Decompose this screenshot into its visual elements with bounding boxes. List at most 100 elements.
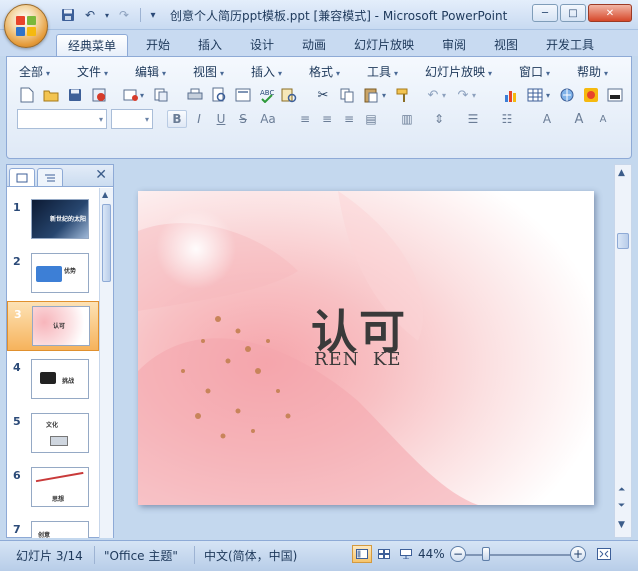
change-case-button[interactable]: Aa (255, 110, 281, 128)
format-painter-icon[interactable] (393, 85, 413, 105)
print-preview-icon[interactable] (209, 85, 229, 105)
tab-insert[interactable]: 插入 (190, 34, 230, 56)
zoom-in-button[interactable]: + (570, 546, 586, 562)
slide-sorter-view-button[interactable] (374, 545, 394, 563)
menu-help[interactable]: 帮助 ▾ (577, 62, 608, 82)
paste-icon[interactable] (361, 85, 381, 105)
tab-design[interactable]: 设计 (242, 34, 282, 56)
align-center-icon[interactable]: ≡ (317, 110, 337, 128)
scroll-down-icon[interactable]: ▼ (618, 520, 625, 530)
menu-format[interactable]: 格式 ▾ (309, 62, 340, 82)
font-size-combo[interactable]: ▾ (111, 109, 153, 129)
menu-tools[interactable]: 工具 ▾ (367, 62, 398, 82)
menu-slideshow[interactable]: 幻灯片放映 ▾ (425, 62, 492, 82)
tab-home[interactable]: 开始 (138, 34, 178, 56)
dropdown-arrow-icon[interactable]: ▾ (439, 85, 449, 105)
slide-thumbnail-7[interactable]: 7 创意 (7, 517, 99, 538)
table-icon[interactable] (525, 85, 545, 105)
slide-subtitle[interactable]: REN KE (314, 349, 401, 370)
cut-icon[interactable]: ✂ (313, 85, 333, 105)
underline-button[interactable]: U (211, 110, 231, 128)
close-button[interactable]: ✕ (588, 4, 632, 22)
menu-all[interactable]: 全部 ▾ (19, 62, 50, 82)
new-document-icon[interactable] (17, 85, 37, 105)
tab-slideshow[interactable]: 幻灯片放映 (346, 34, 422, 56)
scrollbar-thumb[interactable] (617, 233, 629, 249)
text-direction-icon[interactable]: ⇕ (429, 110, 449, 128)
thumbnail-scrollbar[interactable]: ▲ (99, 188, 113, 538)
language-indicator[interactable]: 中文(简体，中国) (204, 547, 297, 564)
slide-layout-icon[interactable] (233, 85, 253, 105)
scroll-up-icon[interactable]: ▲ (618, 168, 625, 178)
tab-classic-menu[interactable]: 经典菜单 (56, 34, 128, 56)
customize-qat-icon[interactable]: ▾ (147, 6, 159, 24)
dropdown-arrow-icon[interactable]: ▾ (137, 85, 147, 105)
shrink-font-button[interactable]: A (593, 110, 613, 128)
chart-icon[interactable] (501, 85, 521, 105)
color-grayscale-icon[interactable] (605, 85, 625, 105)
undo-icon[interactable]: ↶ (80, 6, 100, 24)
slide-scrollbar[interactable]: ▲ ⏶ ⏷ ▼ (614, 164, 632, 538)
hyperlink-icon[interactable] (557, 85, 577, 105)
panel-close-icon[interactable]: ✕ (95, 167, 107, 183)
slide-thumbnail-5[interactable]: 5 文化 (7, 409, 99, 459)
dropdown-arrow-icon[interactable]: ▾ (469, 85, 479, 105)
justify-icon[interactable]: ▤ (361, 110, 381, 128)
outline-tab[interactable] (37, 168, 63, 186)
tab-view[interactable]: 视图 (486, 34, 526, 56)
open-folder-icon[interactable] (41, 85, 61, 105)
previous-slide-icon[interactable]: ⏶ (618, 485, 625, 495)
attach-icon[interactable] (151, 85, 171, 105)
permission-icon[interactable] (89, 85, 109, 105)
slide-thumbnail-6[interactable]: 6 思想 (7, 463, 99, 513)
shadow-button[interactable]: S (233, 110, 253, 128)
tab-animation[interactable]: 动画 (294, 34, 334, 56)
office-button[interactable] (4, 4, 48, 48)
spelling-icon[interactable]: ABC (257, 85, 277, 105)
zoom-level[interactable]: 44% (418, 547, 445, 561)
align-left-icon[interactable]: ≡ (295, 110, 315, 128)
save-icon[interactable] (58, 6, 78, 24)
numbering-icon[interactable]: ☷ (497, 110, 517, 128)
slide-thumbnail-2[interactable]: 2 优势 (7, 249, 99, 299)
copy-icon[interactable] (337, 85, 357, 105)
normal-view-button[interactable] (352, 545, 372, 563)
bold-button[interactable]: B (167, 110, 187, 128)
slide-thumbnail-1[interactable]: 1 新世纪的太阳 (7, 195, 99, 245)
redo-icon[interactable]: ↷ (114, 6, 134, 24)
zoom-out-button[interactable]: − (450, 546, 466, 562)
menu-view[interactable]: 视图 ▾ (193, 62, 224, 82)
undo-dropdown-icon[interactable]: ▾ (102, 6, 112, 24)
align-right-icon[interactable]: ≡ (339, 110, 359, 128)
next-slide-icon[interactable]: ⏷ (618, 501, 625, 511)
menu-window[interactable]: 窗口 ▾ (519, 62, 550, 82)
dropdown-arrow-icon[interactable]: ▾ (543, 85, 553, 105)
scrollbar-thumb[interactable] (102, 204, 111, 282)
font-name-combo[interactable]: ▾ (17, 109, 107, 129)
research-icon[interactable] (279, 85, 299, 105)
fit-to-window-button[interactable] (594, 545, 614, 563)
menu-edit[interactable]: 编辑 ▾ (135, 62, 166, 82)
save-icon[interactable] (65, 85, 85, 105)
menu-insert[interactable]: 插入 ▾ (251, 62, 282, 82)
print-icon[interactable] (185, 85, 205, 105)
tab-developer[interactable]: 开发工具 (538, 34, 602, 56)
italic-button[interactable]: I (189, 110, 209, 128)
slide-thumbnail-4[interactable]: 4 挑战 (7, 355, 99, 405)
tab-review[interactable]: 审阅 (434, 34, 474, 56)
current-slide[interactable]: 认可 REN KE (138, 191, 594, 505)
zoom-slider-knob[interactable] (482, 547, 491, 561)
menu-file[interactable]: 文件 ▾ (77, 62, 108, 82)
clip-art-icon[interactable] (581, 85, 601, 105)
grow-font-button[interactable]: A (569, 110, 589, 128)
columns-icon[interactable]: ▥ (397, 110, 417, 128)
slides-tab[interactable] (9, 168, 35, 186)
maximize-button[interactable]: □ (560, 4, 586, 22)
bullets-icon[interactable]: ☰ (463, 110, 483, 128)
slide-thumbnail-3[interactable]: 3 认可 (7, 301, 99, 351)
dropdown-arrow-icon[interactable]: ▾ (379, 85, 389, 105)
minimize-button[interactable]: ─ (532, 4, 558, 22)
slideshow-view-button[interactable] (396, 545, 416, 563)
scroll-up-icon[interactable]: ▲ (102, 190, 108, 199)
font-color-button[interactable]: A (537, 110, 557, 128)
